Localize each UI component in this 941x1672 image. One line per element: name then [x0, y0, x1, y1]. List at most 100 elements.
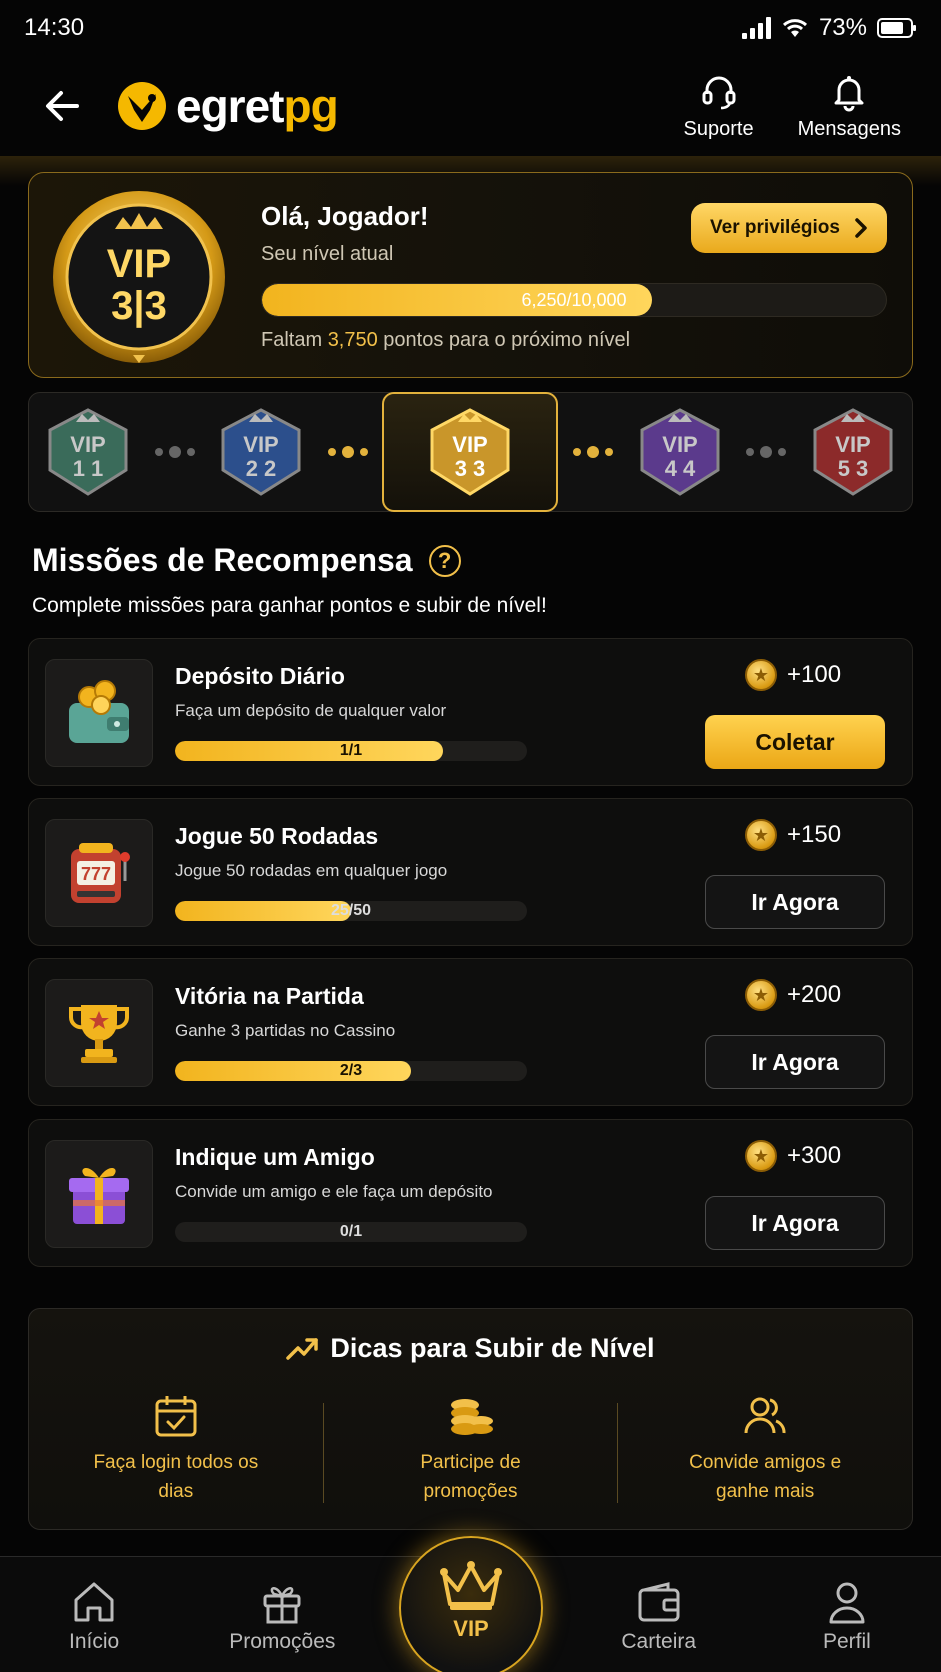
nav-profile[interactable]: Perfil [753, 1557, 941, 1672]
tips-title: Dicas para Subir de Nível [29, 1333, 912, 1364]
go-now-button[interactable]: Ir Agora [705, 1035, 885, 1089]
nav-wallet[interactable]: Carteira [565, 1557, 753, 1672]
headset-icon [702, 76, 736, 109]
slot-machine-icon: 777 [45, 819, 153, 927]
mission-card-daily-deposit: Depósito Diário Faça um depósito de qual… [28, 638, 913, 786]
mission-progress-text: 25/50 [330, 902, 372, 919]
vip-level-number: 4 4 [664, 456, 695, 481]
vip-status-card: VIP 3|3 Olá, Jogador! Seu nível atual Ve… [28, 172, 913, 378]
wifi-icon [782, 19, 807, 37]
status-bar: 14:30 73% [0, 0, 941, 56]
nav-profile-label: Perfil [822, 1629, 871, 1653]
battery-percent: 73% [818, 14, 867, 41]
vip-level-text: VIP [244, 432, 279, 457]
gift-icon [45, 1140, 153, 1248]
go-now-button[interactable]: Ir Agora [705, 875, 885, 929]
remaining-points-text: Faltam 3,750 pontos para o próximo nível [261, 329, 631, 351]
vip-level-number: 2 2 [246, 456, 277, 481]
user-icon [829, 1582, 865, 1623]
vip-level-3[interactable]: VIP 3 3 [382, 392, 559, 512]
vip-level-2[interactable]: VIP 2 2 [209, 400, 313, 504]
signal-icon [741, 17, 771, 39]
mission-card-match-win: Vitória na Partida Ganhe 3 partidas no C… [28, 958, 913, 1106]
go-now-button[interactable]: Ir Agora [705, 1196, 885, 1250]
badge-level-text: 3|3 [111, 284, 167, 328]
vip-level-badge-icon: VIP5 3 [813, 408, 893, 496]
logo[interactable]: egretpg [116, 79, 339, 133]
star-coin-icon: ★ [745, 1140, 777, 1172]
star-coin-icon: ★ [745, 819, 777, 851]
back-button[interactable] [40, 84, 84, 128]
level-connector [154, 446, 195, 458]
mission-progress-text: 0/1 [339, 1223, 363, 1240]
vip-level-5[interactable]: VIP 5 3 [801, 400, 905, 504]
help-icon[interactable]: ? [428, 544, 461, 577]
nav-promotions[interactable]: Promoções [188, 1557, 376, 1672]
level-connector [746, 446, 787, 458]
gift-icon [263, 1586, 301, 1623]
wallet-icon [638, 1581, 680, 1621]
mission-progress-bar: 1/1 [175, 741, 527, 761]
mission-reward-value: +100 [787, 661, 842, 688]
vip-level-badge-icon: VIP1 1 [48, 408, 128, 496]
mission-title: Jogue 50 Rodadas [175, 823, 379, 849]
vip-level-number: 5 3 [837, 456, 868, 481]
tip-invite-friends: Convide amigos e ganhe mais [618, 1393, 912, 1513]
mission-title: Indique um Amigo [175, 1144, 375, 1170]
messages-label: Mensagens [797, 117, 901, 140]
arrow-left-icon [46, 91, 79, 121]
mission-reward: ★ +100 [745, 659, 841, 691]
remaining-points-value: 3,750 [327, 329, 378, 351]
vip-level-text: VIP [71, 432, 106, 457]
collect-button[interactable]: Coletar [705, 715, 885, 769]
level-connector [573, 446, 613, 458]
vip-level-number: 1 1 [73, 456, 104, 481]
support-button[interactable]: Suporte [684, 72, 754, 141]
mission-reward-value: +200 [787, 981, 842, 1008]
missions-subtitle: Complete missões para ganhar pontos e su… [32, 594, 547, 617]
bell-icon [834, 75, 864, 111]
vip-level-1[interactable]: VIP 1 1 [36, 400, 140, 504]
messages-button[interactable]: Mensagens [798, 72, 901, 141]
mission-reward-value: +300 [787, 1142, 842, 1169]
chevron-right-icon [855, 218, 867, 238]
mission-reward: ★ +300 [745, 1140, 841, 1172]
level-progress-text: 6,250/10,000 [521, 289, 627, 310]
tip-daily-login: Faça login todos os dias [29, 1393, 323, 1513]
level-progress-bar: 6,250/10,000 [261, 283, 887, 317]
mission-reward-value: +150 [787, 821, 842, 848]
vip-level-text: VIP [662, 432, 697, 457]
mission-description: Convide um amigo e ele faça um depósito [175, 1182, 493, 1201]
mission-description: Jogue 50 rodadas em qualquer jogo [175, 861, 448, 880]
missions-section-title: Missões de Recompensa ? [32, 542, 461, 579]
trophy-icon [45, 979, 153, 1087]
coins-stack-icon [450, 1399, 493, 1435]
badge-vip-text: VIP [107, 242, 171, 286]
calendar-check-icon [155, 1396, 197, 1437]
vip-level-number: 3 3 [455, 456, 486, 481]
svg-text:777: 777 [81, 864, 111, 884]
vip-level-text: VIP [835, 432, 870, 457]
tips-title-text: Dicas para Subir de Nível [330, 1333, 655, 1363]
app-header: egretpg Suporte Mensagens [0, 56, 941, 156]
vip-level-4[interactable]: VIP 4 4 [628, 400, 732, 504]
nav-promotions-label: Promoções [229, 1629, 336, 1653]
mission-progress-bar: 0/1 [175, 1222, 527, 1242]
view-privileges-button[interactable]: Ver privilégios [691, 203, 887, 253]
nav-home[interactable]: Início [0, 1557, 188, 1672]
nav-wallet-label: Carteira [621, 1629, 697, 1653]
vip-level-text: VIP [453, 432, 488, 457]
vip-badge-icon: VIP 3|3 [53, 191, 225, 363]
battery-icon [877, 18, 916, 38]
level-up-tips: Dicas para Subir de Nível Faça login tod… [28, 1308, 913, 1530]
nav-vip[interactable]: VIP [399, 1536, 543, 1672]
mission-title: Vitória na Partida [175, 983, 364, 1009]
mission-progress-text: 1/1 [339, 742, 363, 759]
nav-vip-label: VIP [453, 1616, 489, 1641]
status-time: 14:30 [24, 14, 85, 41]
egret-logo-icon [118, 82, 166, 130]
support-label: Suporte [683, 117, 754, 140]
status-icons: 73% [741, 14, 917, 42]
mission-progress-bar: 25/50 [175, 901, 527, 921]
vip-level-badge-icon: VIP2 2 [221, 408, 301, 496]
